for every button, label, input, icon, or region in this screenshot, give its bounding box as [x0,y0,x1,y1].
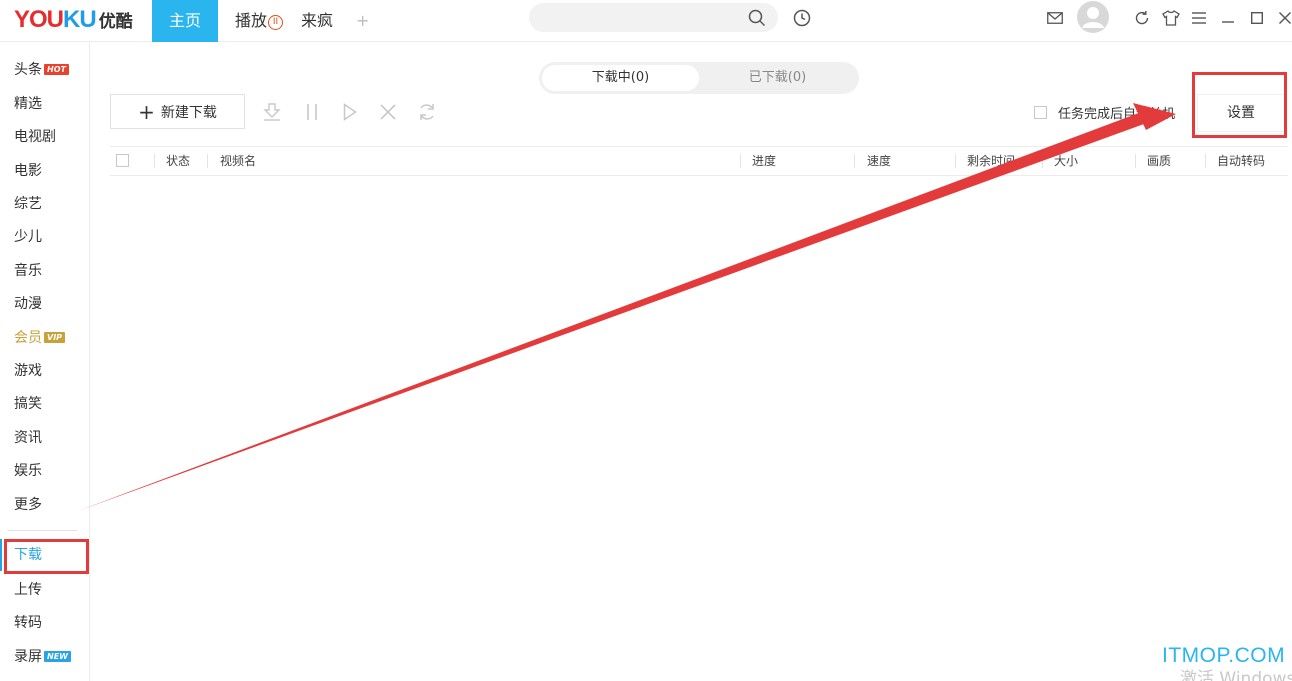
history-clock-icon[interactable] [792,8,812,28]
sidebar-item-music[interactable]: 音乐 [14,261,42,281]
auto-shutdown-checkbox[interactable] [1034,105,1047,119]
retry-icon[interactable] [416,101,438,123]
pause-icon[interactable] [301,101,323,123]
column-quality[interactable]: 画质 [1147,147,1171,175]
sidebar-item-funny[interactable]: 搞笑 [14,394,42,414]
add-tab-button[interactable]: + [356,0,369,42]
sidebar-item-headline[interactable]: 头条 HOT [14,60,69,80]
tab-downloaded[interactable]: 已下载(0) [699,65,856,91]
youku-app: YOUKU 优酷 主页 播放 II 来疯 + 头条 HOT 精选 电视剧 电影 … [0,0,1292,681]
sidebar-item-label: 会员 [14,330,42,346]
youku-logo[interactable]: YOUKU 优酷 [14,6,133,34]
sidebar-item-games[interactable]: 游戏 [14,361,42,381]
column-status[interactable]: 状态 [166,147,190,175]
column-separator [154,154,155,168]
avatar[interactable] [1076,0,1110,34]
sidebar-item-variety[interactable]: 综艺 [14,194,42,214]
sidebar-divider [8,530,77,531]
column-separator [1042,154,1043,168]
sidebar-item-anime[interactable]: 动漫 [14,294,42,314]
column-progress[interactable]: 进度 [752,147,776,175]
column-separator [854,154,855,168]
play-icon[interactable] [339,101,361,123]
sidebar-active-indicator [0,539,2,571]
sidebar-item-vip[interactable]: 会员 VIP [14,328,66,348]
settings-button[interactable]: 设置 [1197,94,1285,132]
maximize-icon[interactable] [1248,9,1266,27]
skin-shirt-icon[interactable] [1161,9,1181,27]
close-icon[interactable] [1276,9,1292,27]
column-auto-transcode[interactable]: 自动转码 [1217,147,1265,175]
search-input[interactable] [541,8,741,27]
column-size[interactable]: 大小 [1054,147,1078,175]
tab-play[interactable]: 播放 II [235,0,284,42]
refresh-icon[interactable] [1133,9,1151,27]
download-tabs: 下载中(0) 已下载(0) [539,62,859,94]
column-separator [1205,154,1206,168]
column-remaining-time[interactable]: 剩余时间 [967,147,1015,175]
logo-ku: KU [63,6,97,33]
new-download-label: 新建下载 [160,104,217,121]
new-download-button[interactable]: + 新建下载 [110,94,245,129]
sidebar-item-news[interactable]: 资讯 [14,428,42,448]
minimize-icon[interactable] [1219,9,1237,27]
tab-play-label: 播放 [235,11,268,30]
search-icon[interactable] [747,8,767,28]
tab-laifeng[interactable]: 来疯 [301,0,333,42]
column-separator [740,154,741,168]
mail-icon[interactable] [1046,10,1064,26]
auto-shutdown-option[interactable]: 任务完成后自动关机 [1034,104,1176,122]
sidebar-item-transcode[interactable]: 转码 [14,613,42,633]
logo-text: YOUKU [14,6,97,34]
sidebar-item-featured[interactable]: 精选 [14,94,42,114]
column-separator [955,154,956,168]
tab-home-label: 主页 [168,11,201,30]
select-all-checkbox[interactable] [116,154,129,167]
sidebar-item-download[interactable]: 下载 [14,545,42,565]
sidebar-item-entertainment[interactable]: 娱乐 [14,461,42,481]
column-separator [207,154,208,168]
activate-windows-text: 激活 Windows [1180,669,1292,681]
logo-you: YOU [14,6,64,33]
sidebar-item-tv[interactable]: 电视剧 [14,127,56,147]
pause-badge-icon: II [268,15,284,30]
plus-icon: + [356,11,370,30]
column-separator [1135,154,1136,168]
search-box [529,3,778,32]
sidebar-item-kids[interactable]: 少儿 [14,227,42,247]
new-badge: NEW [44,651,71,662]
hot-badge: HOT [44,64,69,75]
column-speed[interactable]: 速度 [867,147,891,175]
top-bar: YOUKU 优酷 主页 播放 II 来疯 + [0,0,1292,42]
vip-badge: VIP [44,332,66,343]
sidebar-item-upload[interactable]: 上传 [14,580,42,600]
sidebar-item-more[interactable]: 更多 [14,495,42,515]
download-table-header: 状态 视频名 进度 速度 剩余时间 大小 画质 自动转码 [110,146,1288,176]
download-to-icon[interactable] [261,101,283,123]
tab-laifeng-label: 来疯 [301,11,334,30]
sidebar-item-label: 头条 [14,62,42,78]
menu-icon[interactable] [1190,9,1208,27]
sidebar: 头条 HOT 精选 电视剧 电影 综艺 少儿 音乐 动漫 会员 VIP 游戏 搞笑 … [0,42,90,681]
column-video-name[interactable]: 视频名 [220,147,256,175]
logo-cn: 优酷 [98,12,133,32]
sidebar-item-screen-record[interactable]: 录屏 NEW [14,647,71,667]
sidebar-item-label: 录屏 [14,649,42,665]
tab-home[interactable]: 主页 [152,0,218,42]
sidebar-item-movies[interactable]: 电影 [14,161,42,181]
delete-icon[interactable] [377,101,399,123]
auto-shutdown-label: 任务完成后自动关机 [1058,106,1176,122]
plus-icon: + [138,99,155,124]
tab-downloading[interactable]: 下载中(0) [542,65,699,91]
